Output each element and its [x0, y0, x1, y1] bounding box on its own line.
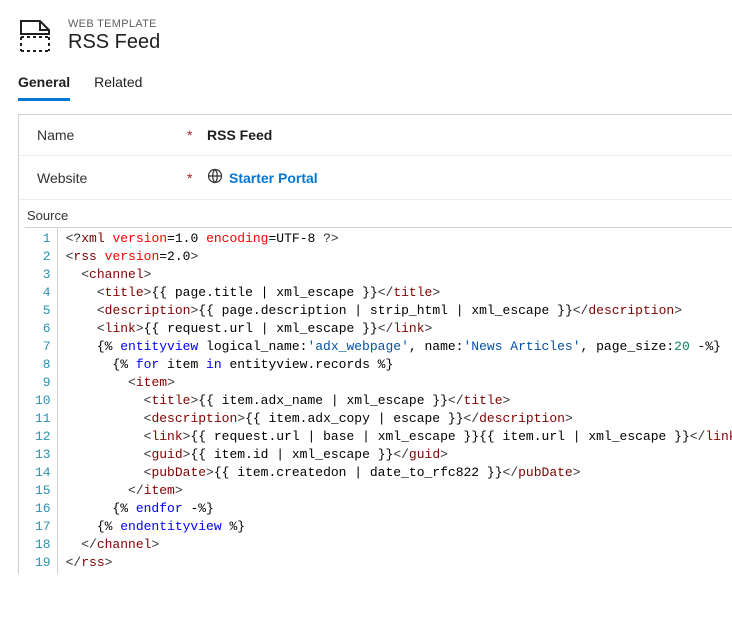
- field-label: Website: [37, 170, 187, 186]
- line-number-gutter: 12345678910111213141516171819: [25, 228, 58, 574]
- tab-related[interactable]: Related: [94, 68, 142, 101]
- code-content[interactable]: <?xml version=1.0 encoding=UTF-8 ?><rss …: [58, 228, 732, 574]
- required-indicator: *: [187, 170, 207, 186]
- field-label: Name: [37, 127, 187, 143]
- form-panel: Name * RSS Feed Website * Starter Portal…: [18, 114, 732, 574]
- tab-bar: General Related: [0, 68, 732, 102]
- source-label: Source: [25, 208, 732, 227]
- field-row-website: Website * Starter Portal: [19, 156, 732, 200]
- field-row-name: Name * RSS Feed: [19, 115, 732, 156]
- source-section: Source 12345678910111213141516171819 <?x…: [19, 200, 732, 574]
- page-title: RSS Feed: [68, 31, 160, 54]
- tab-general[interactable]: General: [18, 68, 70, 101]
- code-editor[interactable]: 12345678910111213141516171819 <?xml vers…: [25, 227, 732, 574]
- globe-icon: [207, 168, 223, 187]
- record-header: WEB TEMPLATE RSS Feed: [0, 0, 732, 68]
- website-link[interactable]: Starter Portal: [207, 168, 318, 187]
- header-eyebrow: WEB TEMPLATE: [68, 18, 160, 30]
- website-link-text: Starter Portal: [229, 170, 318, 186]
- name-field[interactable]: RSS Feed: [207, 127, 272, 143]
- required-indicator: *: [187, 127, 207, 143]
- template-icon: [18, 18, 54, 54]
